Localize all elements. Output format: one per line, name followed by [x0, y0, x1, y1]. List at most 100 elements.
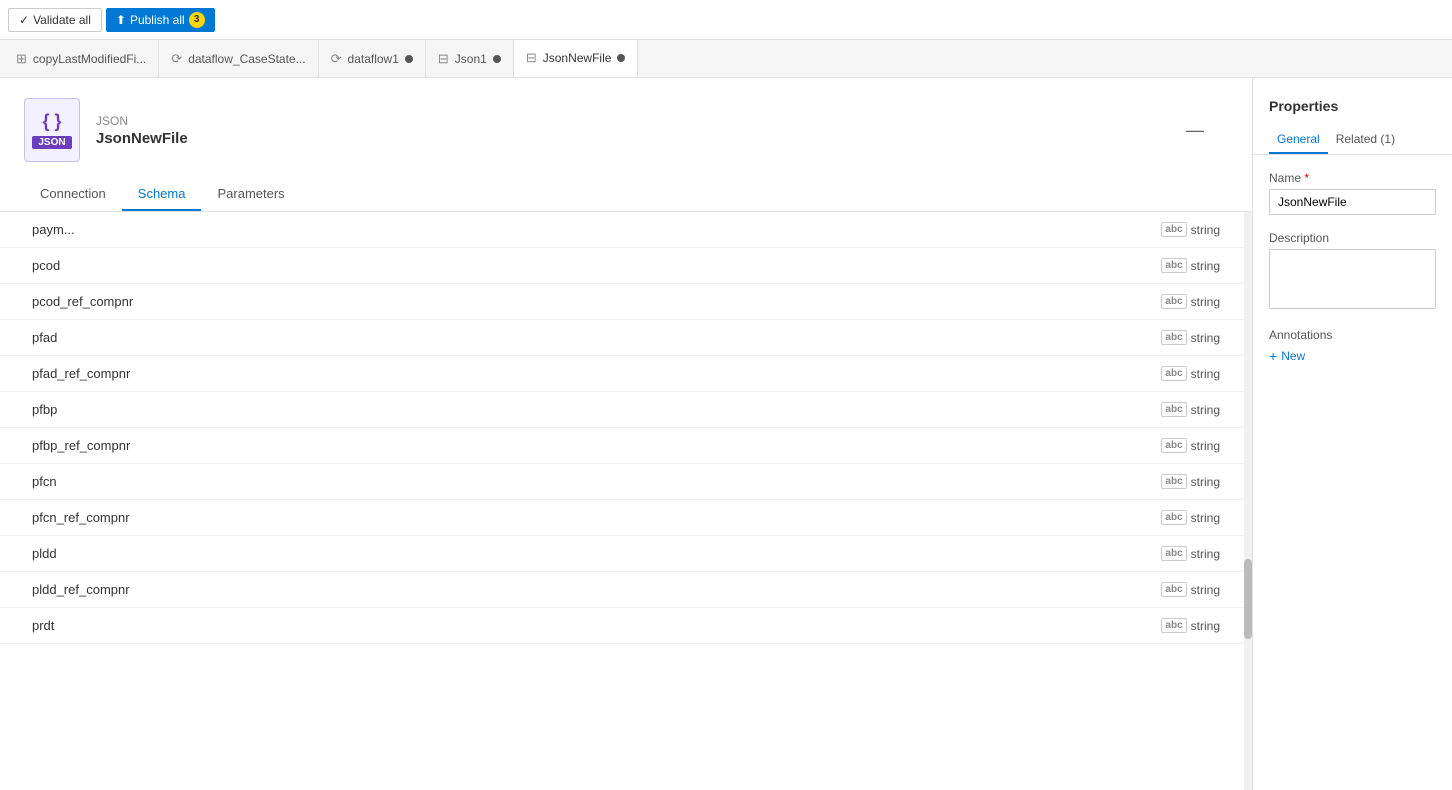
annotations-group: Annotations + New — [1269, 328, 1436, 364]
type-label: string — [1191, 583, 1220, 597]
tab-label: dataflow_CaseState... — [188, 52, 305, 66]
scrollbar-thumb[interactable] — [1244, 559, 1252, 639]
tab-dataflow-casestate[interactable]: ⟳ dataflow_CaseState... — [159, 40, 318, 78]
tab-schema[interactable]: Schema — [122, 178, 202, 211]
tab-dataflow1[interactable]: ⟳ dataflow1 — [319, 40, 426, 78]
type-icon: abc — [1161, 402, 1186, 417]
props-tab-general[interactable]: General — [1269, 126, 1328, 154]
vertical-scrollbar[interactable] — [1244, 212, 1252, 790]
type-icon: abc — [1161, 438, 1186, 453]
schema-tab-label: Schema — [138, 186, 186, 201]
general-tab-label: General — [1277, 132, 1320, 146]
publish-label: Publish all — [130, 13, 185, 27]
unsaved-indicator — [405, 55, 413, 63]
field-name: pfad — [32, 330, 1153, 345]
properties-content: Name * Description Annotations + New — [1253, 155, 1452, 380]
type-label: string — [1191, 439, 1220, 453]
schema-row-paym: paym... abc string — [0, 212, 1252, 248]
type-label: string — [1191, 403, 1220, 417]
json-file-icon: { } JSON — [24, 98, 80, 162]
type-label: string — [1191, 295, 1220, 309]
tab-label: copyLastModifiedFi... — [33, 52, 146, 66]
type-icon: abc — [1161, 474, 1186, 489]
properties-title: Properties — [1253, 78, 1452, 126]
type-label: string — [1191, 367, 1220, 381]
schema-row-pfbp: pfbp abc string — [0, 392, 1252, 428]
tab-label: Json1 — [455, 52, 487, 66]
description-field-group: Description — [1269, 231, 1436, 312]
content-area: { } JSON JSON JsonNewFile — Connection S… — [0, 78, 1252, 790]
schema-row-pfcn: pfcn abc string — [0, 464, 1252, 500]
schema-row-pcod: pcod abc string — [0, 248, 1252, 284]
tab-label: dataflow1 — [348, 52, 399, 66]
field-type: abc string — [1161, 438, 1220, 453]
field-type: abc string — [1161, 402, 1220, 417]
field-name: pcod — [32, 258, 1153, 273]
type-label: string — [1191, 547, 1220, 561]
tab-label: JsonNewFile — [543, 51, 612, 65]
braces-icon: { } — [42, 111, 61, 132]
type-icon: abc — [1161, 510, 1186, 525]
validate-all-button[interactable]: ✓ Validate all — [8, 8, 102, 32]
type-label: string — [1191, 331, 1220, 345]
field-name: pfad_ref_compnr — [32, 366, 1153, 381]
type-label: string — [1191, 475, 1220, 489]
tab-json1[interactable]: ⊟ Json1 — [426, 40, 514, 78]
validate-icon: ✓ — [19, 13, 29, 27]
field-name: pfcn_ref_compnr — [32, 510, 1153, 525]
file-info: JSON JsonNewFile — [96, 114, 188, 147]
collapse-button[interactable]: — — [1178, 120, 1212, 141]
schema-row-pfad: pfad abc string — [0, 320, 1252, 356]
type-icon: abc — [1161, 222, 1186, 237]
field-type: abc string — [1161, 294, 1220, 309]
new-annotation-button[interactable]: + New — [1269, 348, 1305, 364]
properties-tabs: General Related (1) — [1253, 126, 1452, 155]
publish-all-button[interactable]: ⬆ Publish all 3 — [106, 8, 215, 32]
name-field-label: Name * — [1269, 171, 1436, 185]
schema-table: paym... abc string pcod abc string pcod_… — [0, 212, 1252, 790]
type-label: string — [1191, 619, 1220, 633]
schema-row-pfad-ref-compnr: pfad_ref_compnr abc string — [0, 356, 1252, 392]
annotations-label: Annotations — [1269, 328, 1436, 342]
field-name: pldd_ref_compnr — [32, 582, 1153, 597]
connection-tab-label: Connection — [40, 186, 106, 201]
field-name: prdt — [32, 618, 1153, 633]
field-name: pfbp — [32, 402, 1153, 417]
unsaved-indicator — [493, 55, 501, 63]
sub-tabs: Connection Schema Parameters — [0, 178, 1252, 212]
field-type: abc string — [1161, 366, 1220, 381]
json-type-label: JSON — [32, 136, 71, 149]
type-label: string — [1191, 223, 1220, 237]
plus-icon: + — [1269, 348, 1277, 364]
dataflow-icon: ⟳ — [331, 51, 342, 67]
name-input[interactable] — [1269, 189, 1436, 215]
name-field-group: Name * — [1269, 171, 1436, 215]
field-type: abc string — [1161, 510, 1220, 525]
file-header: { } JSON JSON JsonNewFile — — [0, 78, 1252, 178]
field-type: abc string — [1161, 618, 1220, 633]
field-name: pfbp_ref_compnr — [32, 438, 1153, 453]
type-icon: abc — [1161, 366, 1186, 381]
related-tab-label: Related (1) — [1336, 132, 1395, 146]
tab-parameters[interactable]: Parameters — [201, 178, 300, 211]
type-icon: abc — [1161, 330, 1186, 345]
tab-jsonnewfile[interactable]: ⊟ JsonNewFile — [514, 40, 639, 78]
tab-connection[interactable]: Connection — [24, 178, 122, 211]
table-icon: ⊟ — [438, 51, 449, 67]
schema-row-pldd: pldd abc string — [0, 536, 1252, 572]
description-field-label: Description — [1269, 231, 1436, 245]
properties-panel: Properties General Related (1) Name * De… — [1252, 78, 1452, 790]
required-marker: * — [1304, 171, 1309, 185]
validate-label: Validate all — [33, 13, 91, 27]
unsaved-indicator — [617, 54, 625, 62]
schema-row-pfbp-ref-compnr: pfbp_ref_compnr abc string — [0, 428, 1252, 464]
tab-bar: ⊞ copyLastModifiedFi... ⟳ dataflow_CaseS… — [0, 40, 1452, 78]
props-tab-related[interactable]: Related (1) — [1328, 126, 1403, 154]
file-name-label: JsonNewFile — [96, 130, 188, 147]
description-textarea[interactable] — [1269, 249, 1436, 309]
tab-copyLastModifiedFi[interactable]: ⊞ copyLastModifiedFi... — [4, 40, 159, 78]
parameters-tab-label: Parameters — [217, 186, 284, 201]
field-type: abc string — [1161, 474, 1220, 489]
field-type: abc string — [1161, 258, 1220, 273]
table-icon: ⊟ — [526, 50, 537, 66]
